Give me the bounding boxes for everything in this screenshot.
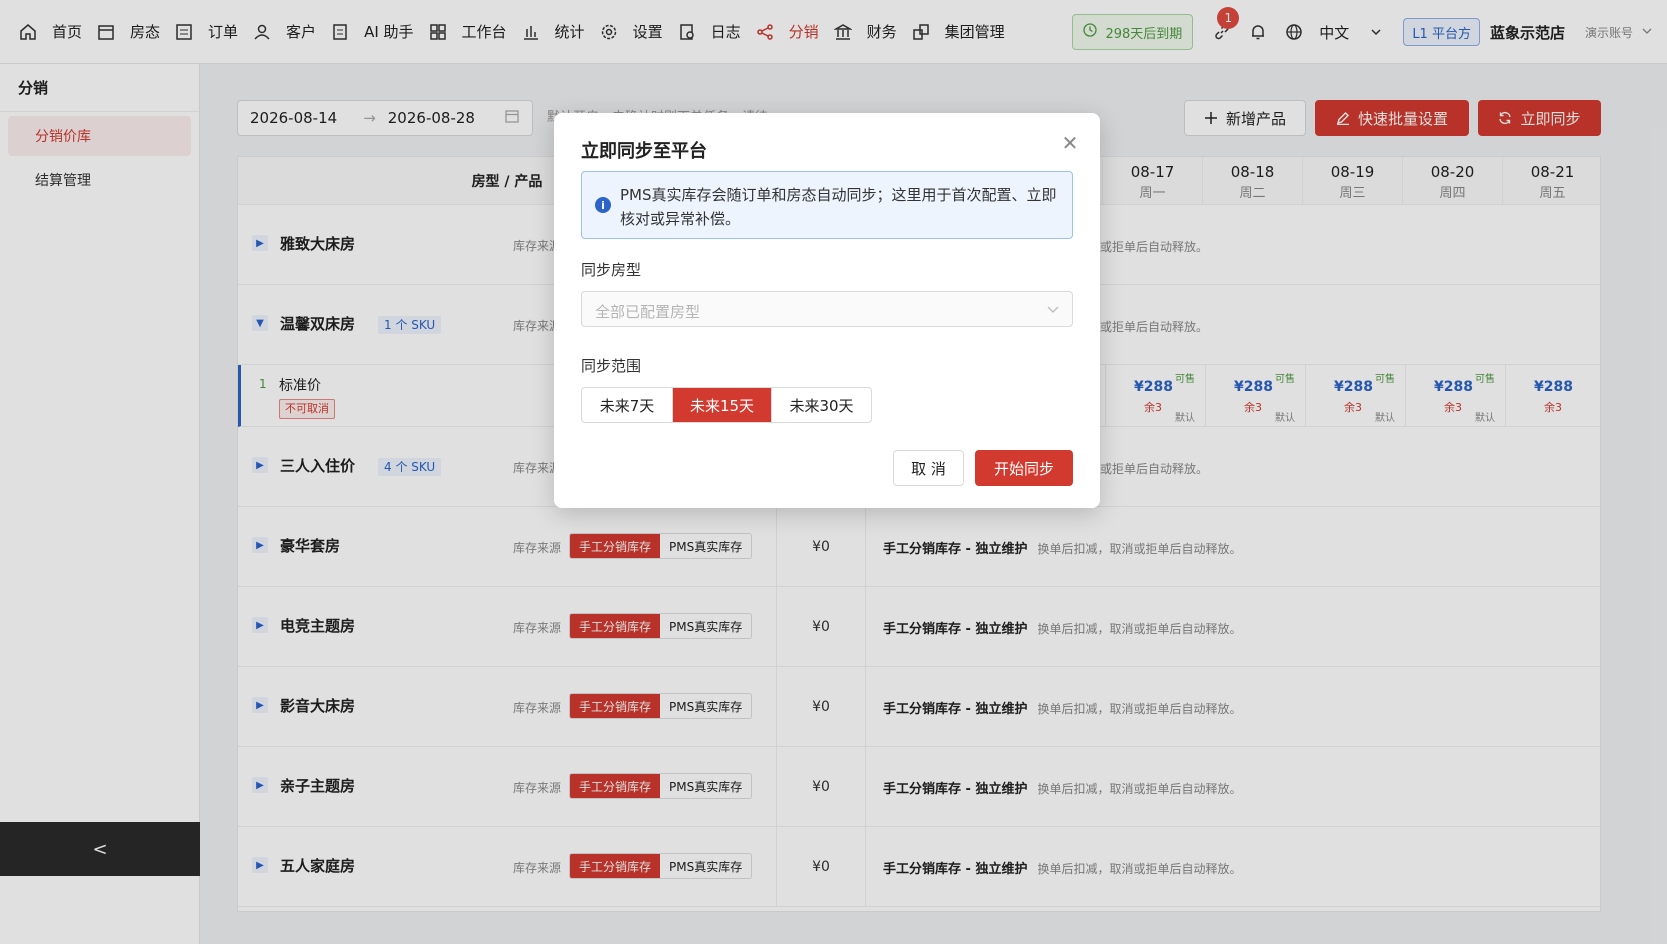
range-option-15d[interactable]: 未来15天 [673, 388, 772, 422]
start-sync-button[interactable]: 开始同步 [975, 450, 1073, 486]
sync-modal: 立即同步至平台 ✕ i PMS真实库存会随订单和房态自动同步；这里用于首次配置、… [554, 113, 1100, 508]
range-option-30d[interactable]: 未来30天 [772, 388, 871, 422]
room-type-label: 同步房型 [581, 261, 642, 279]
chevron-down-icon [1046, 302, 1060, 320]
info-text: PMS真实库存会随订单和房态自动同步；这里用于首次配置、立即核对或异常补偿。 [620, 186, 1057, 228]
modal-title: 立即同步至平台 [581, 141, 707, 162]
info-icon: i [595, 197, 611, 213]
room-type-select[interactable]: 全部已配置房型 [581, 291, 1073, 327]
info-alert: i PMS真实库存会随订单和房态自动同步；这里用于首次配置、立即核对或异常补偿。 [581, 171, 1073, 239]
close-icon[interactable]: ✕ [1060, 133, 1080, 153]
sync-range-segmented: 未来7天 未来15天 未来30天 [581, 387, 872, 423]
cancel-button[interactable]: 取 消 [893, 450, 964, 486]
room-type-placeholder: 全部已配置房型 [595, 303, 701, 321]
range-option-7d[interactable]: 未来7天 [582, 388, 673, 422]
sync-range-label: 同步范围 [581, 357, 642, 375]
